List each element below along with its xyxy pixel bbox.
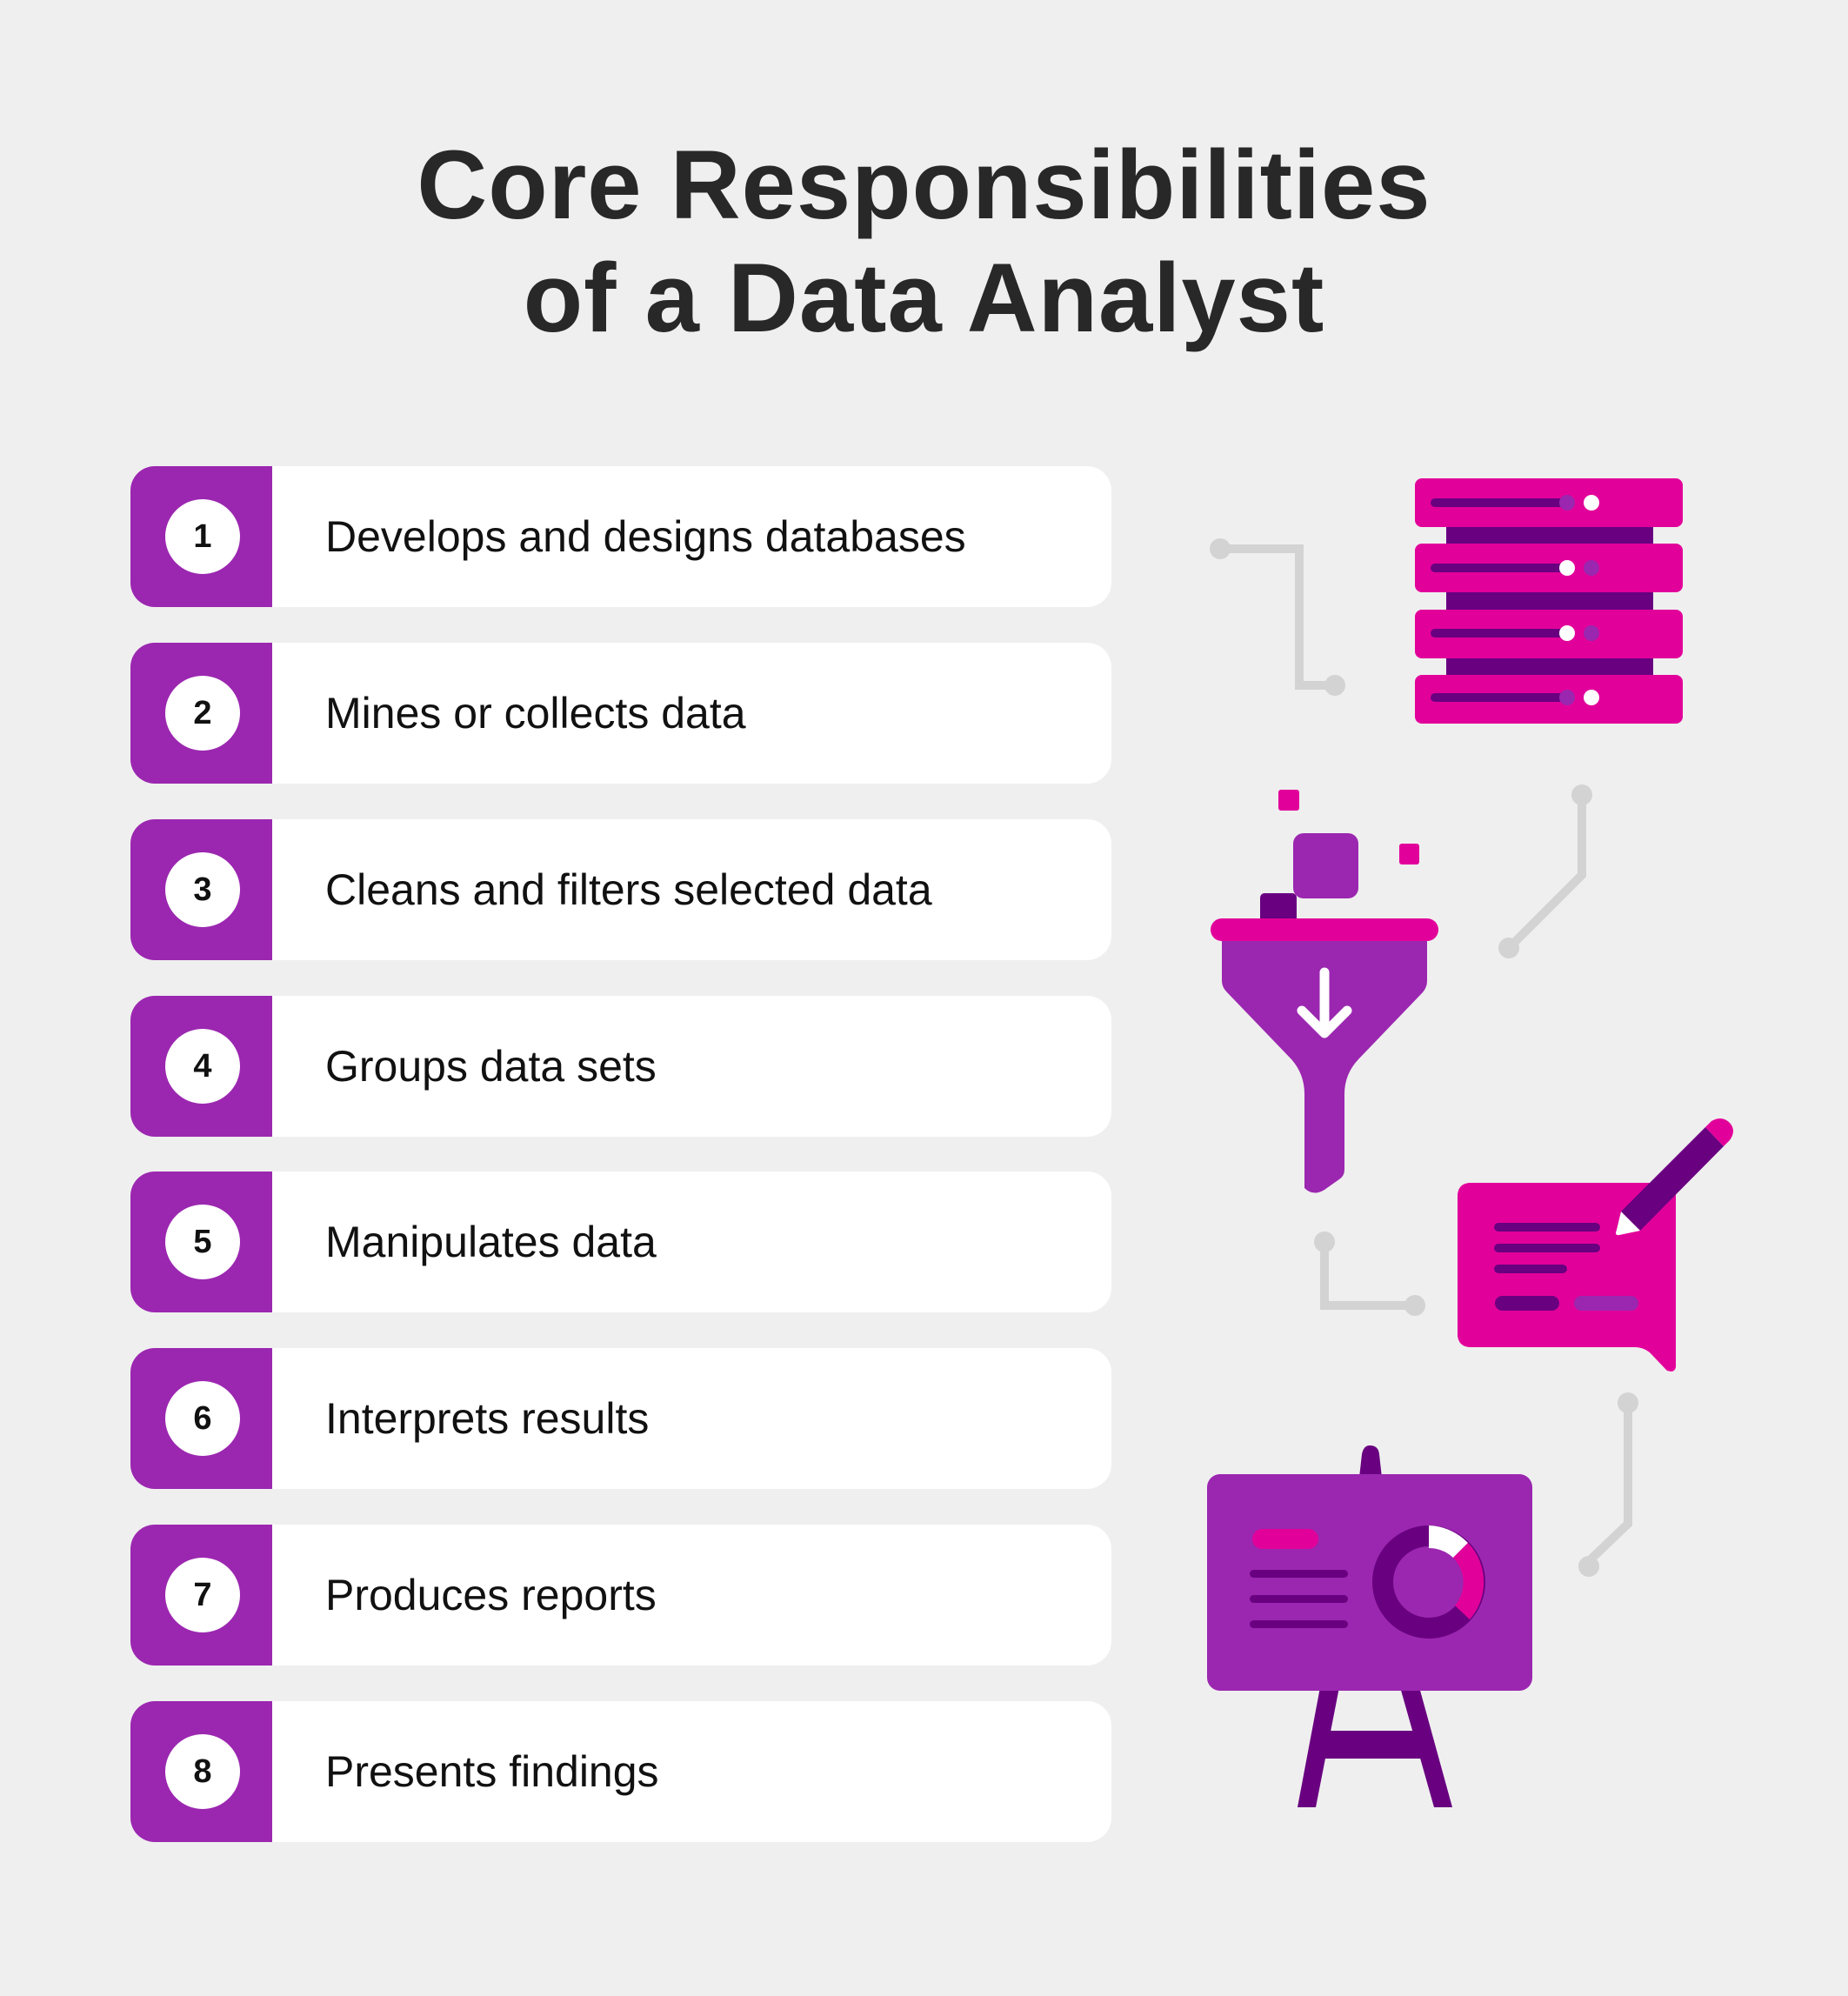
funnel-filter-icon [1211, 790, 1438, 1193]
connector-dot-icon [1210, 538, 1345, 696]
presentation-board-icon [1207, 1445, 1532, 1807]
connector-line-icon [1220, 544, 1335, 690]
connector-line-icon [1320, 1242, 1415, 1310]
illustration-panel [1207, 478, 1733, 1807]
connector-line-icon [1585, 1403, 1632, 1565]
connector-line-icon [1505, 795, 1586, 951]
database-server-icon [1415, 478, 1683, 724]
speech-bubble-pencil-icon [1458, 1118, 1733, 1372]
